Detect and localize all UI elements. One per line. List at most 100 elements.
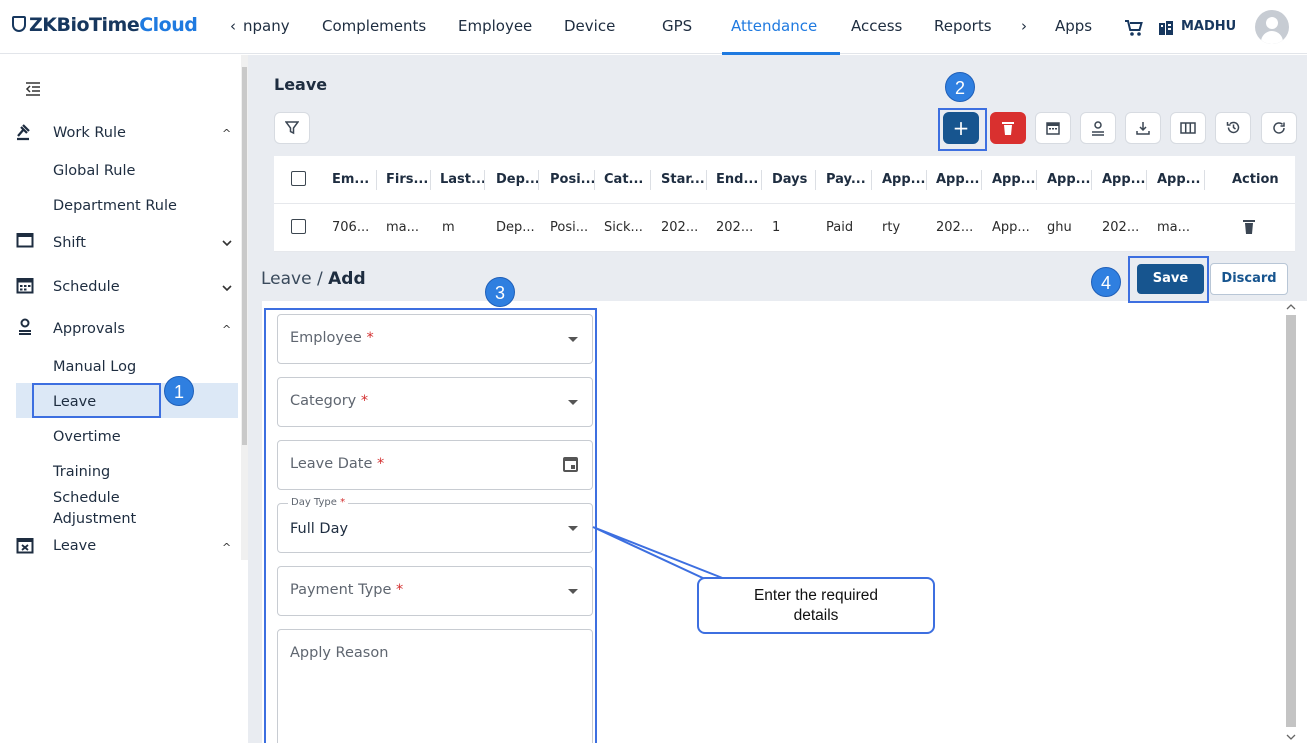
table-cell: m [442, 220, 455, 235]
column-header[interactable]: Last... [440, 172, 486, 187]
indent-icon[interactable] [25, 81, 41, 97]
nav-device[interactable]: Device [564, 17, 615, 35]
nav-gps[interactable]: GPS [662, 17, 692, 35]
chevron-down-icon[interactable] [222, 285, 232, 291]
column-header[interactable]: App... [1157, 172, 1201, 187]
refresh-icon [1273, 122, 1285, 134]
chevron-up-icon[interactable]: ^ [222, 323, 231, 336]
nav-access[interactable]: Access [851, 17, 902, 35]
chevron-up-icon[interactable]: ^ [222, 127, 231, 140]
calendar-button[interactable] [1035, 112, 1071, 144]
sidebar-scrollbar-thumb[interactable] [242, 67, 247, 445]
sidebar-item-leave-group[interactable]: Leave [53, 538, 96, 554]
column-separator [1036, 170, 1037, 190]
column-header[interactable]: Days [772, 172, 807, 187]
brand-name-cloud: Cloud [139, 14, 198, 36]
filter-icon [284, 121, 300, 135]
column-header[interactable]: Em... [332, 172, 369, 187]
refresh-button[interactable] [1261, 112, 1297, 144]
sidebar-item-schedule[interactable]: Schedule [53, 279, 120, 295]
column-header[interactable]: Dep... [496, 172, 540, 187]
column-header[interactable]: App... [1102, 172, 1146, 187]
chevron-down-icon[interactable] [222, 240, 232, 246]
nav-complements[interactable]: Complements [322, 17, 426, 35]
cart-icon[interactable] [1124, 19, 1144, 37]
column-header[interactable]: App... [992, 172, 1036, 187]
nav-reports[interactable]: Reports [934, 17, 992, 35]
column-header[interactable]: App... [936, 172, 980, 187]
column-separator [594, 170, 595, 190]
nav-attendance[interactable]: Attendance [731, 17, 817, 35]
calendar-grid-icon [16, 278, 34, 294]
leave-list-pane: Leave + Em... Firs... Last... Dep... Pos… [248, 55, 1307, 253]
sidebar: Work Rule ^ Global Rule Department Rule … [0, 55, 248, 560]
column-separator [1146, 170, 1147, 190]
table-cell: 202... [716, 220, 754, 235]
column-separator [871, 170, 872, 190]
nav-employee[interactable]: Employee [458, 17, 532, 35]
sidebar-item-shift[interactable]: Shift [53, 235, 86, 251]
filter-button[interactable] [274, 112, 310, 144]
calendar-icon [1046, 122, 1060, 135]
column-header[interactable]: Star... [661, 172, 705, 187]
sidebar-item-schedule-adjustment[interactable]: Schedule Adjustment [53, 488, 173, 530]
approve-icon [1092, 121, 1104, 136]
sidebar-item-work-rule[interactable]: Work Rule [53, 125, 126, 141]
sidebar-item-manual-log[interactable]: Manual Log [53, 359, 136, 375]
sidebar-item-department-rule[interactable]: Department Rule [53, 198, 177, 214]
table-cell: Posi... [550, 220, 589, 235]
user-approve-icon [19, 318, 31, 335]
breadcrumb-root[interactable]: Leave [261, 269, 312, 289]
scroll-up-icon[interactable] [1286, 303, 1296, 311]
user-name[interactable]: MADHU [1181, 19, 1236, 34]
column-separator [1091, 170, 1092, 190]
row-checkbox[interactable] [291, 219, 306, 234]
gavel-icon [17, 124, 30, 141]
form-scrollbar-thumb[interactable] [1286, 315, 1296, 727]
discard-button[interactable]: Discard [1210, 263, 1288, 295]
shield-icon [12, 16, 26, 32]
download-button[interactable] [1125, 112, 1161, 144]
table-cell: ma... [1157, 220, 1191, 235]
column-header: Action [1232, 172, 1279, 187]
column-separator [706, 170, 707, 190]
delete-button[interactable] [990, 112, 1026, 144]
table-cell: 1 [772, 220, 781, 235]
column-separator [761, 170, 762, 190]
history-button[interactable] [1215, 112, 1251, 144]
column-header[interactable]: App... [1047, 172, 1091, 187]
brand-name: ZKBioTime [29, 14, 140, 36]
table-row[interactable]: 706... ma... m Dep... Posi... Sick... 20… [274, 204, 1295, 252]
select-all-checkbox[interactable] [291, 171, 306, 186]
sidebar-item-global-rule[interactable]: Global Rule [53, 163, 135, 179]
brand-logo[interactable]: ZKBioTimeCloud [12, 14, 198, 36]
sidebar-item-overtime[interactable]: Overtime [53, 429, 121, 445]
column-header[interactable]: Posi... [550, 172, 595, 187]
column-header[interactable]: Cat... [604, 172, 643, 187]
table-cell: rty [882, 220, 901, 235]
delete-icon[interactable] [1243, 219, 1255, 234]
column-header[interactable]: Pay... [826, 172, 866, 187]
column-separator [815, 170, 816, 190]
breadcrumb-current: Add [328, 269, 366, 289]
chevron-up-icon[interactable]: ^ [222, 541, 231, 554]
scroll-down-icon[interactable] [1286, 733, 1296, 741]
sidebar-item-approvals[interactable]: Approvals [53, 321, 125, 337]
step-badge: 4 [1091, 267, 1121, 297]
columns-button[interactable] [1170, 112, 1206, 144]
breadcrumb-separator: / [316, 269, 323, 289]
table-cell: App... [992, 220, 1030, 235]
column-header[interactable]: Firs... [386, 172, 428, 187]
avatar-icon[interactable] [1255, 10, 1289, 44]
columns-icon [1180, 122, 1196, 134]
nav-scroll-right[interactable]: › [1021, 17, 1027, 35]
nav-scroll-left[interactable]: ‹ [230, 17, 236, 35]
column-header[interactable]: App... [882, 172, 926, 187]
table-header-row: Em... Firs... Last... Dep... Posi... Cat… [274, 156, 1295, 204]
nav-company[interactable]: npany [243, 17, 290, 35]
column-header[interactable]: End... [716, 172, 758, 187]
download-icon [1136, 122, 1150, 135]
sidebar-item-training[interactable]: Training [53, 464, 110, 480]
nav-apps[interactable]: Apps [1055, 17, 1092, 35]
approve-button[interactable] [1080, 112, 1116, 144]
